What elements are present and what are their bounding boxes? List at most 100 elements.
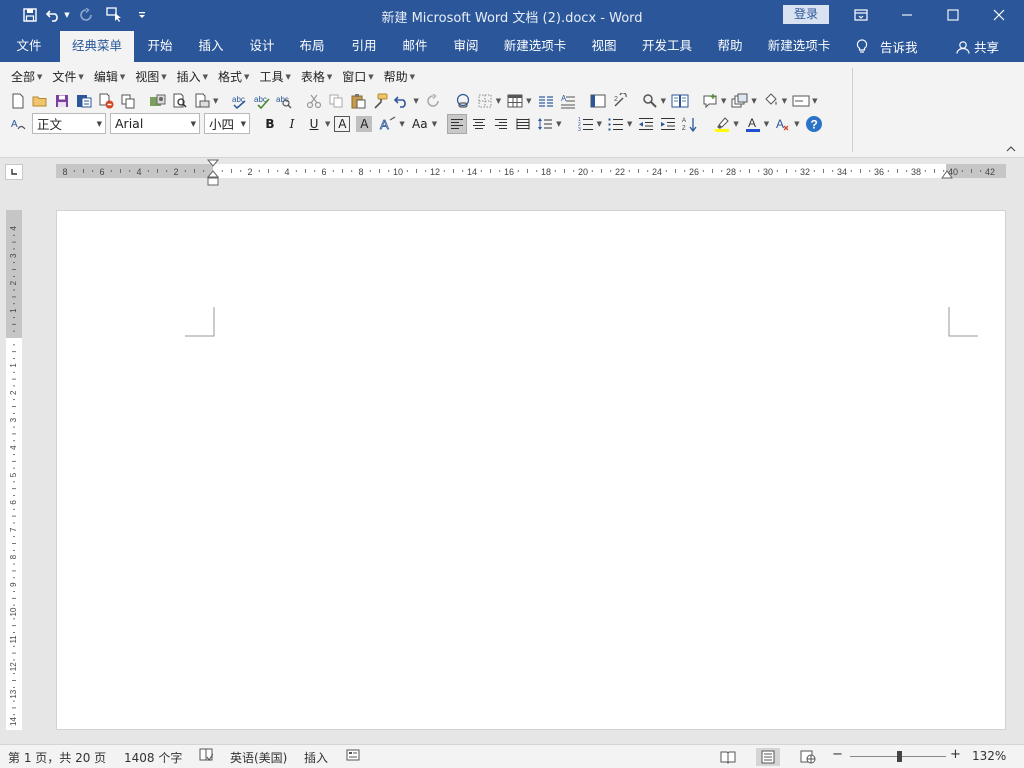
menu-table[interactable]: 表格 ▼	[296, 68, 337, 86]
menu-insert[interactable]: 插入 ▼	[172, 68, 213, 86]
indent-marker-icon[interactable]	[207, 159, 219, 187]
undo-dropdown-icon[interactable]: ▼	[413, 97, 418, 105]
clear-formatting-button[interactable]: A	[773, 114, 793, 134]
tab-classic-menu[interactable]: 经典菜单	[60, 31, 134, 62]
vertical-ruler[interactable]: 4 3 2 1 1 2 3 4 5 6 7 8 9 10 11 12 13 14	[6, 210, 22, 730]
columns-icon[interactable]	[536, 91, 556, 111]
numbering-dropdown-icon[interactable]: ▼	[597, 120, 602, 128]
close-document-icon[interactable]	[96, 91, 116, 111]
tab-references[interactable]: 引用	[342, 31, 386, 62]
save-icon[interactable]	[18, 4, 42, 26]
tell-me-box[interactable]: 告诉我	[856, 31, 918, 62]
tab-help[interactable]: 帮助	[708, 31, 752, 62]
arrange-dropdown-icon[interactable]: ▼	[751, 97, 756, 105]
zoom-in-button[interactable]: +	[950, 747, 961, 762]
tab-file[interactable]: 文件	[6, 31, 52, 62]
clear-formatting-dropdown-icon[interactable]: ▼	[794, 120, 799, 128]
open-folder-icon[interactable]	[30, 91, 50, 111]
highlight-button[interactable]	[712, 114, 732, 134]
copy-icon[interactable]	[326, 91, 346, 111]
menu-edit[interactable]: 编辑 ▼	[89, 68, 130, 86]
tab-insert[interactable]: 插入	[188, 31, 234, 62]
macro-record-icon[interactable]	[346, 748, 360, 765]
copy-document-icon[interactable]	[118, 91, 138, 111]
page-count[interactable]: 第 1 页，共 20 页	[8, 749, 106, 766]
comment-dropdown-icon[interactable]: ▼	[721, 97, 726, 105]
insert-table-icon[interactable]	[505, 91, 525, 111]
menu-view[interactable]: 视图 ▼	[130, 68, 171, 86]
numbering-button[interactable]: 123	[576, 114, 596, 134]
save-as-icon[interactable]	[74, 91, 94, 111]
help-icon[interactable]: ?	[804, 114, 824, 134]
italic-button[interactable]: I	[282, 114, 302, 134]
text-effects-icon[interactable]: A	[378, 114, 398, 134]
character-border-button[interactable]: A	[334, 115, 351, 132]
line-spacing-dropdown-icon[interactable]: ▼	[556, 120, 561, 128]
borders-dropdown-icon[interactable]: ▼	[496, 97, 501, 105]
save-icon[interactable]	[52, 91, 72, 111]
decrease-indent-button[interactable]	[636, 114, 656, 134]
tab-layout[interactable]: 布局	[290, 31, 334, 62]
shape-fill-dropdown-icon[interactable]: ▼	[782, 97, 787, 105]
character-shading-button[interactable]: A	[356, 115, 373, 132]
align-center-button[interactable]	[469, 114, 489, 134]
undo-icon[interactable]: ▼	[46, 4, 70, 26]
styles-pane-icon[interactable]: A	[8, 114, 28, 134]
touch-mode-icon[interactable]	[102, 4, 126, 26]
style-dropdown-icon[interactable]: ▼	[97, 120, 102, 128]
insert-comment-icon[interactable]	[700, 91, 720, 111]
redo-icon[interactable]	[423, 91, 443, 111]
print-icon[interactable]	[192, 91, 212, 111]
minimize-icon[interactable]	[884, 0, 930, 30]
menu-format[interactable]: 格式 ▼	[213, 68, 254, 86]
tab-new-tab-1[interactable]: 新建选项卡	[498, 31, 572, 62]
tab-new-tab-2[interactable]: 新建选项卡	[762, 31, 836, 62]
font-color-button[interactable]: A	[743, 114, 763, 134]
zoom-slider-thumb[interactable]	[897, 751, 902, 762]
tab-view[interactable]: 视图	[582, 31, 626, 62]
permission-icon[interactable]	[148, 91, 168, 111]
bold-button[interactable]: B	[260, 114, 280, 134]
reading-mode-icon[interactable]	[670, 91, 690, 111]
document-page[interactable]	[56, 210, 1006, 730]
spelling-icon[interactable]: abc	[230, 91, 250, 111]
close-icon[interactable]	[976, 0, 1022, 30]
menu-help[interactable]: 帮助 ▼	[379, 68, 420, 86]
ribbon-display-options-icon[interactable]	[838, 0, 884, 30]
find-dropdown-icon[interactable]: ▼	[661, 97, 666, 105]
collapse-ribbon-icon[interactable]	[1006, 144, 1016, 155]
insert-mode[interactable]: 插入	[304, 749, 328, 766]
new-document-icon[interactable]	[8, 91, 28, 111]
align-right-button[interactable]	[491, 114, 511, 134]
tab-review[interactable]: 审阅	[444, 31, 488, 62]
line-spacing-button[interactable]	[535, 114, 555, 134]
font-dropdown-icon[interactable]: ▼	[191, 120, 196, 128]
print-preview-icon[interactable]	[170, 91, 190, 111]
underline-button[interactable]: U	[304, 114, 324, 134]
menu-tools[interactable]: 工具 ▼	[254, 68, 295, 86]
arrange-icon[interactable]	[730, 91, 750, 111]
justify-button[interactable]	[513, 114, 533, 134]
drawing-icon[interactable]: 2	[610, 91, 630, 111]
change-case-button[interactable]: Aa	[409, 114, 431, 134]
horizontal-ruler[interactable]: 8 6 4 2 2 4 6 8 10 12 14 16 18 20 22 24 26 28 30 32 34 36 38 40…	[56, 164, 1006, 178]
tab-home[interactable]: 开始	[138, 31, 182, 62]
read-mode-icon[interactable]	[716, 748, 740, 766]
borders-icon[interactable]	[475, 91, 495, 111]
research-icon[interactable]: abc	[274, 91, 294, 111]
print-layout-icon[interactable]	[756, 748, 780, 766]
document-map-icon[interactable]	[588, 91, 608, 111]
sort-button[interactable]: AZ	[680, 114, 700, 134]
bullets-dropdown-icon[interactable]: ▼	[627, 120, 632, 128]
form-field-icon[interactable]	[791, 91, 811, 111]
format-painter-icon[interactable]	[370, 91, 390, 111]
customize-qat-icon[interactable]	[130, 4, 154, 26]
menu-all[interactable]: 全部 ▼	[6, 68, 47, 86]
highlight-dropdown-icon[interactable]: ▼	[733, 120, 738, 128]
align-left-button[interactable]	[447, 113, 468, 134]
tab-developer[interactable]: 开发工具	[636, 31, 698, 62]
increase-indent-button[interactable]	[658, 114, 678, 134]
proofing-icon[interactable]	[199, 748, 214, 765]
change-case-dropdown-icon[interactable]: ▼	[432, 120, 437, 128]
font-size-dropdown-icon[interactable]: ▼	[241, 120, 246, 128]
